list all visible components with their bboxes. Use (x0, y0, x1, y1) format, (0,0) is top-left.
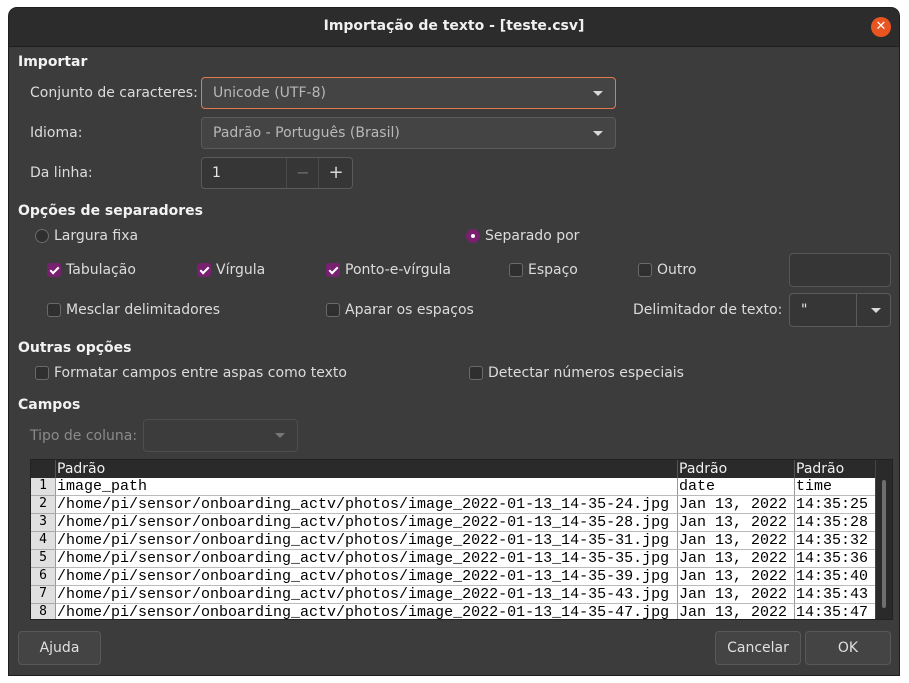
row-header[interactable]: 1 (31, 478, 55, 496)
from-row-label: Da linha: (30, 165, 93, 181)
decrement-button[interactable]: − (286, 158, 319, 188)
table-cell[interactable]: image_path (55, 478, 677, 496)
column-type-label: Tipo de coluna: (30, 428, 138, 444)
language-value: Padrão - Português (Brasil) (213, 125, 400, 141)
chevron-down-icon (593, 131, 603, 136)
space-checkbox[interactable] (509, 263, 523, 277)
import-section-title: Importar (18, 54, 88, 70)
comma-checkbox[interactable] (197, 263, 211, 277)
tab-checkbox[interactable] (47, 263, 61, 277)
table-cell[interactable]: 14:35:40 (794, 568, 875, 586)
merge-delimiters-checkbox[interactable] (47, 303, 61, 317)
charset-combo[interactable]: Unicode (UTF-8) (201, 77, 616, 109)
help-button[interactable]: Ajuda (18, 631, 101, 665)
table-cell[interactable]: Jan 13, 2022 (677, 604, 794, 619)
row-header[interactable]: 2 (31, 496, 55, 514)
table-cell[interactable]: /home/pi/sensor/onboarding_actv/photos/i… (55, 604, 677, 619)
text-delimiter-combo[interactable]: " (789, 293, 891, 327)
comma-label[interactable]: Vírgula (216, 262, 265, 278)
table-cell[interactable]: Jan 13, 2022 (677, 568, 794, 586)
table-cell[interactable]: Jan 13, 2022 (677, 532, 794, 550)
table-cell[interactable]: Jan 13, 2022 (677, 514, 794, 532)
fixed-width-radio[interactable] (35, 229, 49, 243)
table-cell[interactable]: /home/pi/sensor/onboarding_actv/photos/i… (55, 496, 677, 514)
scrollbar-thumb[interactable] (882, 480, 886, 608)
increment-button[interactable]: + (318, 158, 353, 188)
column-header[interactable]: Padrão (677, 460, 794, 478)
table-cell[interactable]: Jan 13, 2022 (677, 550, 794, 568)
column-header[interactable]: Padrão (55, 460, 677, 478)
table-cell[interactable]: /home/pi/sensor/onboarding_actv/photos/i… (55, 514, 677, 532)
column-type-combo[interactable] (143, 419, 298, 452)
other-options-section-title: Outras opções (18, 340, 132, 356)
table-cell[interactable]: Jan 13, 2022 (677, 586, 794, 604)
grid-corner (31, 460, 55, 478)
charset-value: Unicode (UTF-8) (213, 85, 326, 101)
close-icon: ✕ (875, 19, 887, 34)
charset-label: Conjunto de caracteres: (30, 85, 198, 101)
dialog-title: Importação de texto - [teste.csv] (323, 18, 585, 34)
language-label: Idioma: (30, 125, 83, 141)
from-row-value[interactable]: 1 (212, 165, 221, 181)
row-header[interactable]: 3 (31, 514, 55, 532)
quoted-as-text-checkbox[interactable] (35, 366, 49, 380)
table-cell[interactable]: /home/pi/sensor/onboarding_actv/photos/i… (55, 586, 677, 604)
text-delimiter-label: Delimitador de texto: (633, 302, 783, 318)
table-cell[interactable]: 14:35:32 (794, 532, 875, 550)
semicolon-checkbox[interactable] (326, 263, 340, 277)
chevron-down-icon (871, 308, 881, 313)
separated-by-radio[interactable] (466, 229, 480, 243)
trim-spaces-label[interactable]: Aparar os espaços (345, 302, 474, 318)
ok-button[interactable]: OK (805, 631, 891, 665)
table-cell[interactable]: 14:35:43 (794, 586, 875, 604)
table-cell[interactable]: Jan 13, 2022 (677, 496, 794, 514)
chevron-down-icon (593, 91, 603, 96)
vertical-scrollbar[interactable] (875, 460, 892, 619)
combo-divider (856, 294, 857, 326)
separators-section-title: Opções de separadores (18, 203, 203, 219)
table-cell[interactable]: 14:35:47 (794, 604, 875, 619)
row-header[interactable]: 6 (31, 568, 55, 586)
row-header[interactable]: 8 (31, 604, 55, 619)
text-import-dialog: Importação de texto - [teste.csv] ✕ Impo… (9, 8, 899, 675)
table-cell[interactable]: date (677, 478, 794, 496)
other-checkbox[interactable] (638, 263, 652, 277)
cancel-button[interactable]: Cancelar (715, 631, 801, 665)
from-row-spinner[interactable]: 1 − + (201, 157, 353, 189)
row-header[interactable]: 4 (31, 532, 55, 550)
chevron-down-icon (275, 433, 285, 438)
fixed-width-label[interactable]: Largura fixa (54, 228, 138, 244)
language-combo[interactable]: Padrão - Português (Brasil) (201, 117, 616, 149)
trim-spaces-checkbox[interactable] (326, 303, 340, 317)
table-cell[interactable]: /home/pi/sensor/onboarding_actv/photos/i… (55, 550, 677, 568)
close-button[interactable]: ✕ (871, 17, 891, 37)
semicolon-label[interactable]: Ponto-e-vírgula (345, 262, 451, 278)
row-header[interactable]: 7 (31, 586, 55, 604)
table-cell[interactable]: /home/pi/sensor/onboarding_actv/photos/i… (55, 568, 677, 586)
other-separator-input[interactable] (789, 253, 891, 287)
table-cell[interactable]: time (794, 478, 875, 496)
row-header[interactable]: 5 (31, 550, 55, 568)
text-delimiter-value[interactable]: " (801, 302, 807, 318)
table-cell[interactable]: 14:35:36 (794, 550, 875, 568)
tab-label[interactable]: Tabulação (66, 262, 136, 278)
space-label[interactable]: Espaço (528, 262, 578, 278)
table-cell[interactable]: 14:35:25 (794, 496, 875, 514)
preview-grid[interactable]: Padrão Padrão Padrão 1 image_path date time… (30, 459, 893, 620)
separated-by-label[interactable]: Separado por (485, 228, 579, 244)
detect-special-numbers-checkbox[interactable] (469, 366, 483, 380)
merge-delimiters-label[interactable]: Mesclar delimitadores (66, 302, 220, 318)
table-cell[interactable]: /home/pi/sensor/onboarding_actv/photos/i… (55, 532, 677, 550)
other-label[interactable]: Outro (657, 262, 696, 278)
table-cell[interactable]: 14:35:28 (794, 514, 875, 532)
quoted-as-text-label[interactable]: Formatar campos entre aspas como texto (54, 365, 347, 381)
column-header[interactable]: Padrão (794, 460, 875, 478)
title-bar: Importação de texto - [teste.csv] ✕ (9, 8, 899, 47)
fields-section-title: Campos (18, 397, 81, 413)
detect-special-numbers-label[interactable]: Detectar números especiais (488, 365, 684, 381)
